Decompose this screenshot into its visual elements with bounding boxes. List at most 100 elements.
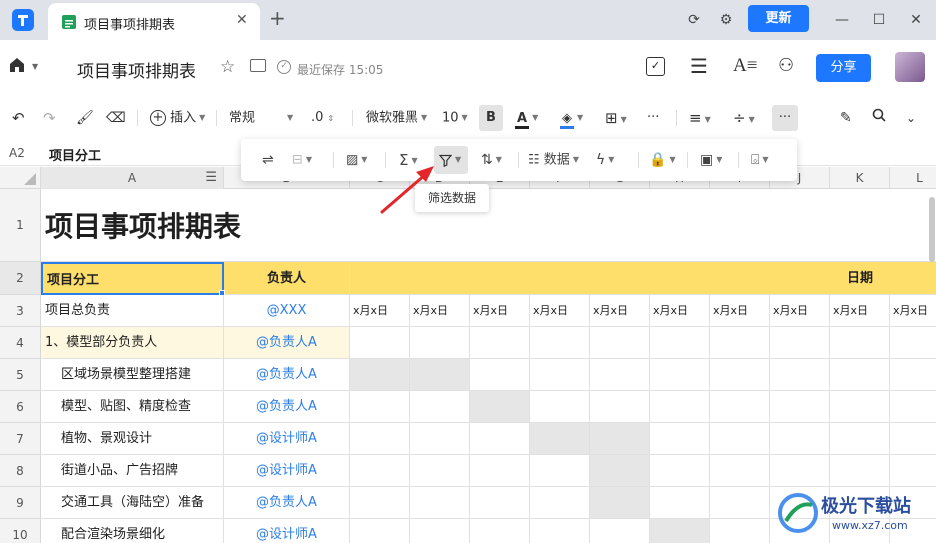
gantt-cell[interactable] (770, 359, 830, 391)
gantt-cell[interactable] (410, 359, 470, 391)
undo-icon[interactable]: ↶ (12, 108, 25, 128)
borders-button[interactable]: ⊞ ▼ (605, 108, 627, 130)
sync-icon[interactable]: ⟳ (684, 10, 704, 30)
task-cell[interactable]: 项目总负责 (41, 295, 224, 327)
gantt-cell[interactable] (350, 327, 410, 359)
gantt-cell[interactable] (410, 327, 470, 359)
date-cell[interactable]: x月x日 (650, 295, 710, 327)
gantt-cell[interactable] (710, 487, 770, 519)
merge-cells-icon[interactable]: ⊟ ▼ (292, 150, 312, 171)
gantt-cell[interactable] (710, 423, 770, 455)
gantt-cell[interactable] (410, 487, 470, 519)
gantt-cell[interactable] (830, 391, 890, 423)
row-header-10[interactable]: 10 (0, 519, 41, 543)
date-cell[interactable]: x月x日 (350, 295, 410, 327)
document-tab[interactable]: 项目事项排期表 ✕ (48, 3, 260, 40)
menu-icon[interactable]: ☰ (690, 54, 708, 78)
gantt-cell[interactable] (770, 391, 830, 423)
gantt-cell[interactable] (470, 519, 530, 543)
font-family-select[interactable]: 微软雅黑 ▼ (366, 108, 427, 129)
move-folder-icon[interactable] (250, 59, 266, 72)
gantt-cell[interactable] (890, 327, 936, 359)
gantt-cell[interactable] (650, 519, 710, 543)
task-check-icon[interactable]: ✓ (646, 57, 665, 76)
format-painter-icon[interactable]: 🖌 (76, 108, 94, 128)
font-style-icon[interactable]: A≡ (733, 55, 757, 77)
protect-lock-icon[interactable]: 🔒 ▼ (649, 150, 676, 170)
brush-tool-icon[interactable]: ✎ (840, 108, 852, 128)
gantt-cell[interactable] (470, 327, 530, 359)
gantt-cell[interactable] (470, 487, 530, 519)
gantt-cell[interactable] (410, 423, 470, 455)
gantt-cell[interactable] (590, 519, 650, 543)
minimize-icon[interactable]: — (832, 10, 852, 30)
gantt-cell[interactable] (770, 423, 830, 455)
gantt-cell[interactable] (530, 519, 590, 543)
gantt-cell[interactable] (890, 391, 936, 423)
header-cell-project[interactable]: 项目分工 (41, 262, 224, 295)
date-cell[interactable]: x月x日 (830, 295, 890, 327)
task-cell[interactable]: 区域场景模型整理搭建 (41, 359, 224, 391)
gantt-cell[interactable] (350, 519, 410, 543)
gantt-cell[interactable] (530, 327, 590, 359)
gantt-cell[interactable] (830, 455, 890, 487)
gantt-cell[interactable] (650, 487, 710, 519)
task-cell[interactable]: 植物、景观设计 (41, 423, 224, 455)
select-all-corner[interactable] (0, 167, 41, 189)
number-format-select[interactable]: 常规 ▼ (229, 108, 293, 129)
date-cell[interactable]: x月x日 (410, 295, 470, 327)
new-tab-icon[interactable]: + (269, 6, 286, 30)
insert-menu[interactable]: + 插入 ▼ (150, 108, 205, 129)
gantt-cell[interactable] (710, 359, 770, 391)
date-cell[interactable]: x月x日 (890, 295, 936, 327)
decimal-places-stepper[interactable]: .0 ⇕ (311, 108, 334, 129)
column-header-a[interactable]: A ☰ (41, 167, 224, 189)
add-collaborator-icon[interactable]: ⚇ (778, 55, 794, 76)
gantt-cell[interactable] (650, 455, 710, 487)
gantt-cell[interactable] (830, 423, 890, 455)
gantt-cell[interactable] (890, 359, 936, 391)
vertical-scrollbar[interactable] (929, 197, 935, 262)
cell-reference[interactable]: A2 (9, 146, 25, 160)
owner-cell[interactable]: @设计师A (224, 455, 350, 487)
row-header-7[interactable]: 7 (0, 423, 41, 455)
gantt-cell[interactable] (890, 423, 936, 455)
more-toolbar-button[interactable]: ··· (772, 105, 798, 131)
document-title[interactable]: 项目事项排期表 (77, 57, 196, 82)
gantt-cell[interactable] (710, 519, 770, 543)
settings-gear-icon[interactable]: ⚙ (716, 10, 736, 30)
row-header-3[interactable]: 3 (0, 295, 41, 327)
gantt-cell[interactable] (590, 391, 650, 423)
task-cell[interactable]: 街道小品、广告招牌 (41, 455, 224, 487)
header-cell-date[interactable]: 日期 (350, 262, 936, 295)
gantt-cell[interactable] (530, 359, 590, 391)
date-cell[interactable]: x月x日 (530, 295, 590, 327)
data-menu[interactable]: ☷ 数据 ▼ (528, 150, 579, 171)
owner-cell[interactable]: @负责人A (224, 391, 350, 423)
update-button[interactable]: 更新 (748, 5, 809, 32)
gantt-cell[interactable] (590, 359, 650, 391)
flash-fill-icon[interactable]: ϟ ▼ (596, 150, 614, 170)
row-header-2[interactable]: 2 (0, 262, 41, 295)
home-menu-caret-icon[interactable]: ▼ (32, 62, 38, 71)
gantt-cell[interactable] (890, 455, 936, 487)
gantt-cell[interactable] (470, 391, 530, 423)
task-cell[interactable]: 配合渲染场景细化 (41, 519, 224, 543)
home-icon[interactable] (8, 56, 26, 78)
gantt-cell[interactable] (410, 519, 470, 543)
gantt-cell[interactable] (590, 455, 650, 487)
gantt-cell[interactable] (530, 391, 590, 423)
vertical-align-button[interactable]: ÷ ▼ (733, 108, 755, 130)
header-cell-owner[interactable]: 负责人 (224, 262, 350, 295)
gantt-cell[interactable] (650, 359, 710, 391)
row-header-6[interactable]: 6 (0, 391, 41, 423)
gantt-cell[interactable] (710, 455, 770, 487)
owner-cell[interactable]: @设计师A (224, 423, 350, 455)
gantt-cell[interactable] (530, 455, 590, 487)
column-header-l[interactable]: L (890, 167, 936, 189)
search-icon[interactable] (872, 108, 887, 130)
gantt-cell[interactable] (830, 327, 890, 359)
formula-content[interactable]: 项目分工 (49, 145, 101, 164)
gantt-cell[interactable] (710, 391, 770, 423)
owner-cell[interactable]: @负责人A (224, 359, 350, 391)
